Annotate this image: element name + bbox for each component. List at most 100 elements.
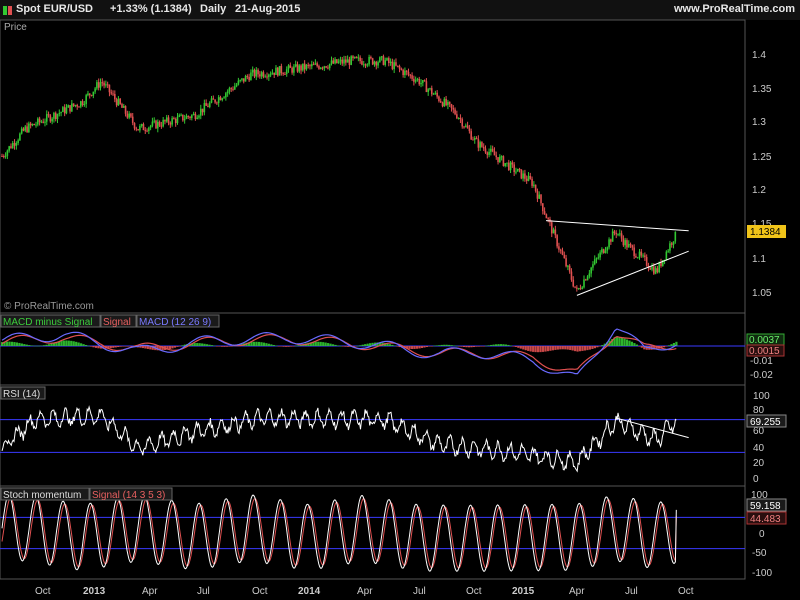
price-candle xyxy=(185,115,188,119)
price-candle xyxy=(165,117,168,122)
macd-histogram-bar xyxy=(420,346,424,349)
price-candle xyxy=(271,72,274,75)
macd-histogram-bar xyxy=(346,346,349,347)
macd-histogram-bar xyxy=(297,345,300,346)
macd-histogram-bar xyxy=(87,345,90,347)
price-candle xyxy=(273,72,275,75)
price-candle xyxy=(153,120,156,122)
price-candle xyxy=(49,115,52,122)
macd-histogram-bar xyxy=(435,345,438,346)
macd-histogram-bar xyxy=(15,342,19,346)
macd-histogram-bar xyxy=(359,345,362,346)
price-candle xyxy=(343,59,345,64)
macd-histogram-bar xyxy=(77,342,80,346)
price-candle xyxy=(287,65,290,70)
price-tick: 1.05 xyxy=(752,288,772,299)
price-candle xyxy=(230,88,233,90)
macd-histogram-bar xyxy=(220,346,224,347)
price-candle xyxy=(199,108,202,116)
price-candle xyxy=(203,103,206,113)
price-candle xyxy=(208,102,211,108)
macd-histogram-bar xyxy=(561,346,564,350)
price-candle xyxy=(520,169,523,179)
macd-histogram-bar xyxy=(47,344,51,346)
macd-histogram-bar xyxy=(168,346,172,350)
price-candle xyxy=(65,107,68,114)
price-candle xyxy=(506,162,508,164)
price-candle xyxy=(158,121,161,126)
price-candle xyxy=(201,108,204,113)
price-candle xyxy=(144,130,147,132)
macd-histogram-bar xyxy=(176,346,179,347)
macd-histogram-bar xyxy=(477,346,480,347)
price-candle xyxy=(352,56,354,59)
macd-histogram-bar xyxy=(569,346,572,350)
macd-histogram-bar xyxy=(225,346,228,347)
macd-histogram-bar xyxy=(418,346,421,349)
price-candle xyxy=(29,123,32,126)
price-candle xyxy=(554,229,557,236)
price-candle xyxy=(586,276,589,281)
macd-histogram-bar xyxy=(45,344,48,346)
macd-histogram-bar xyxy=(218,346,221,347)
macd-histogram-bar xyxy=(20,343,23,346)
price-candle xyxy=(461,119,464,127)
macd-histogram-bar xyxy=(277,346,280,347)
macd-histogram-bar xyxy=(270,344,273,346)
macd-histogram-bar xyxy=(60,340,63,346)
macd-histogram-bar xyxy=(512,346,515,347)
macd-histogram-bar xyxy=(539,346,542,353)
macd-histogram-bar xyxy=(280,346,283,347)
price-candle xyxy=(443,98,446,107)
macd-histogram-bar xyxy=(354,346,357,347)
price-candle xyxy=(164,119,166,122)
x-axis-label: Oct xyxy=(466,586,482,597)
macd-histogram-bar xyxy=(559,346,562,350)
price-candle xyxy=(35,124,37,126)
price-candle xyxy=(189,116,191,118)
price-candle xyxy=(94,88,96,92)
price-candle xyxy=(592,264,594,268)
price-candle xyxy=(665,251,668,260)
price-candle xyxy=(601,249,603,253)
price-candle xyxy=(393,62,395,70)
price-candle xyxy=(656,268,659,273)
macd-histogram-bar xyxy=(173,346,177,348)
price-candle xyxy=(312,64,315,66)
price-candle xyxy=(337,61,340,64)
macd-histogram-bar xyxy=(25,344,28,346)
macd-histogram-bar xyxy=(144,346,147,349)
macd-histogram-bar xyxy=(42,345,46,346)
price-candle xyxy=(241,78,243,80)
price-candle xyxy=(459,117,462,120)
macd-histogram-bar xyxy=(141,346,144,349)
macd-histogram-bar xyxy=(551,346,555,351)
price-candle xyxy=(432,93,435,95)
macd-histogram-bar xyxy=(260,342,263,346)
rsi-tick: 100 xyxy=(753,391,770,402)
price-candle xyxy=(504,163,507,166)
price-candle xyxy=(448,101,451,105)
macd-histogram-bar xyxy=(670,344,673,346)
price-candle xyxy=(284,73,286,75)
macd-histogram-bar xyxy=(662,346,666,348)
macd-histogram-bar xyxy=(576,346,579,352)
macd-histogram-bar xyxy=(519,346,522,349)
macd-histogram-bar xyxy=(616,336,619,346)
price-candle xyxy=(260,72,263,77)
price-candle xyxy=(418,78,421,85)
price-candle xyxy=(339,59,342,62)
price-candle xyxy=(373,61,376,65)
price-candle xyxy=(645,256,648,266)
price-candle xyxy=(540,194,542,204)
price-candle xyxy=(44,121,46,123)
price-candle xyxy=(604,250,607,254)
macd-histogram-bar xyxy=(450,345,453,346)
price-candle xyxy=(121,104,123,108)
macd-histogram-bar xyxy=(601,345,604,346)
macd-histogram-bar xyxy=(630,341,634,346)
price-candle xyxy=(69,105,71,112)
price-candle xyxy=(527,175,530,181)
price-candle xyxy=(366,64,369,66)
price-candle xyxy=(6,150,9,156)
